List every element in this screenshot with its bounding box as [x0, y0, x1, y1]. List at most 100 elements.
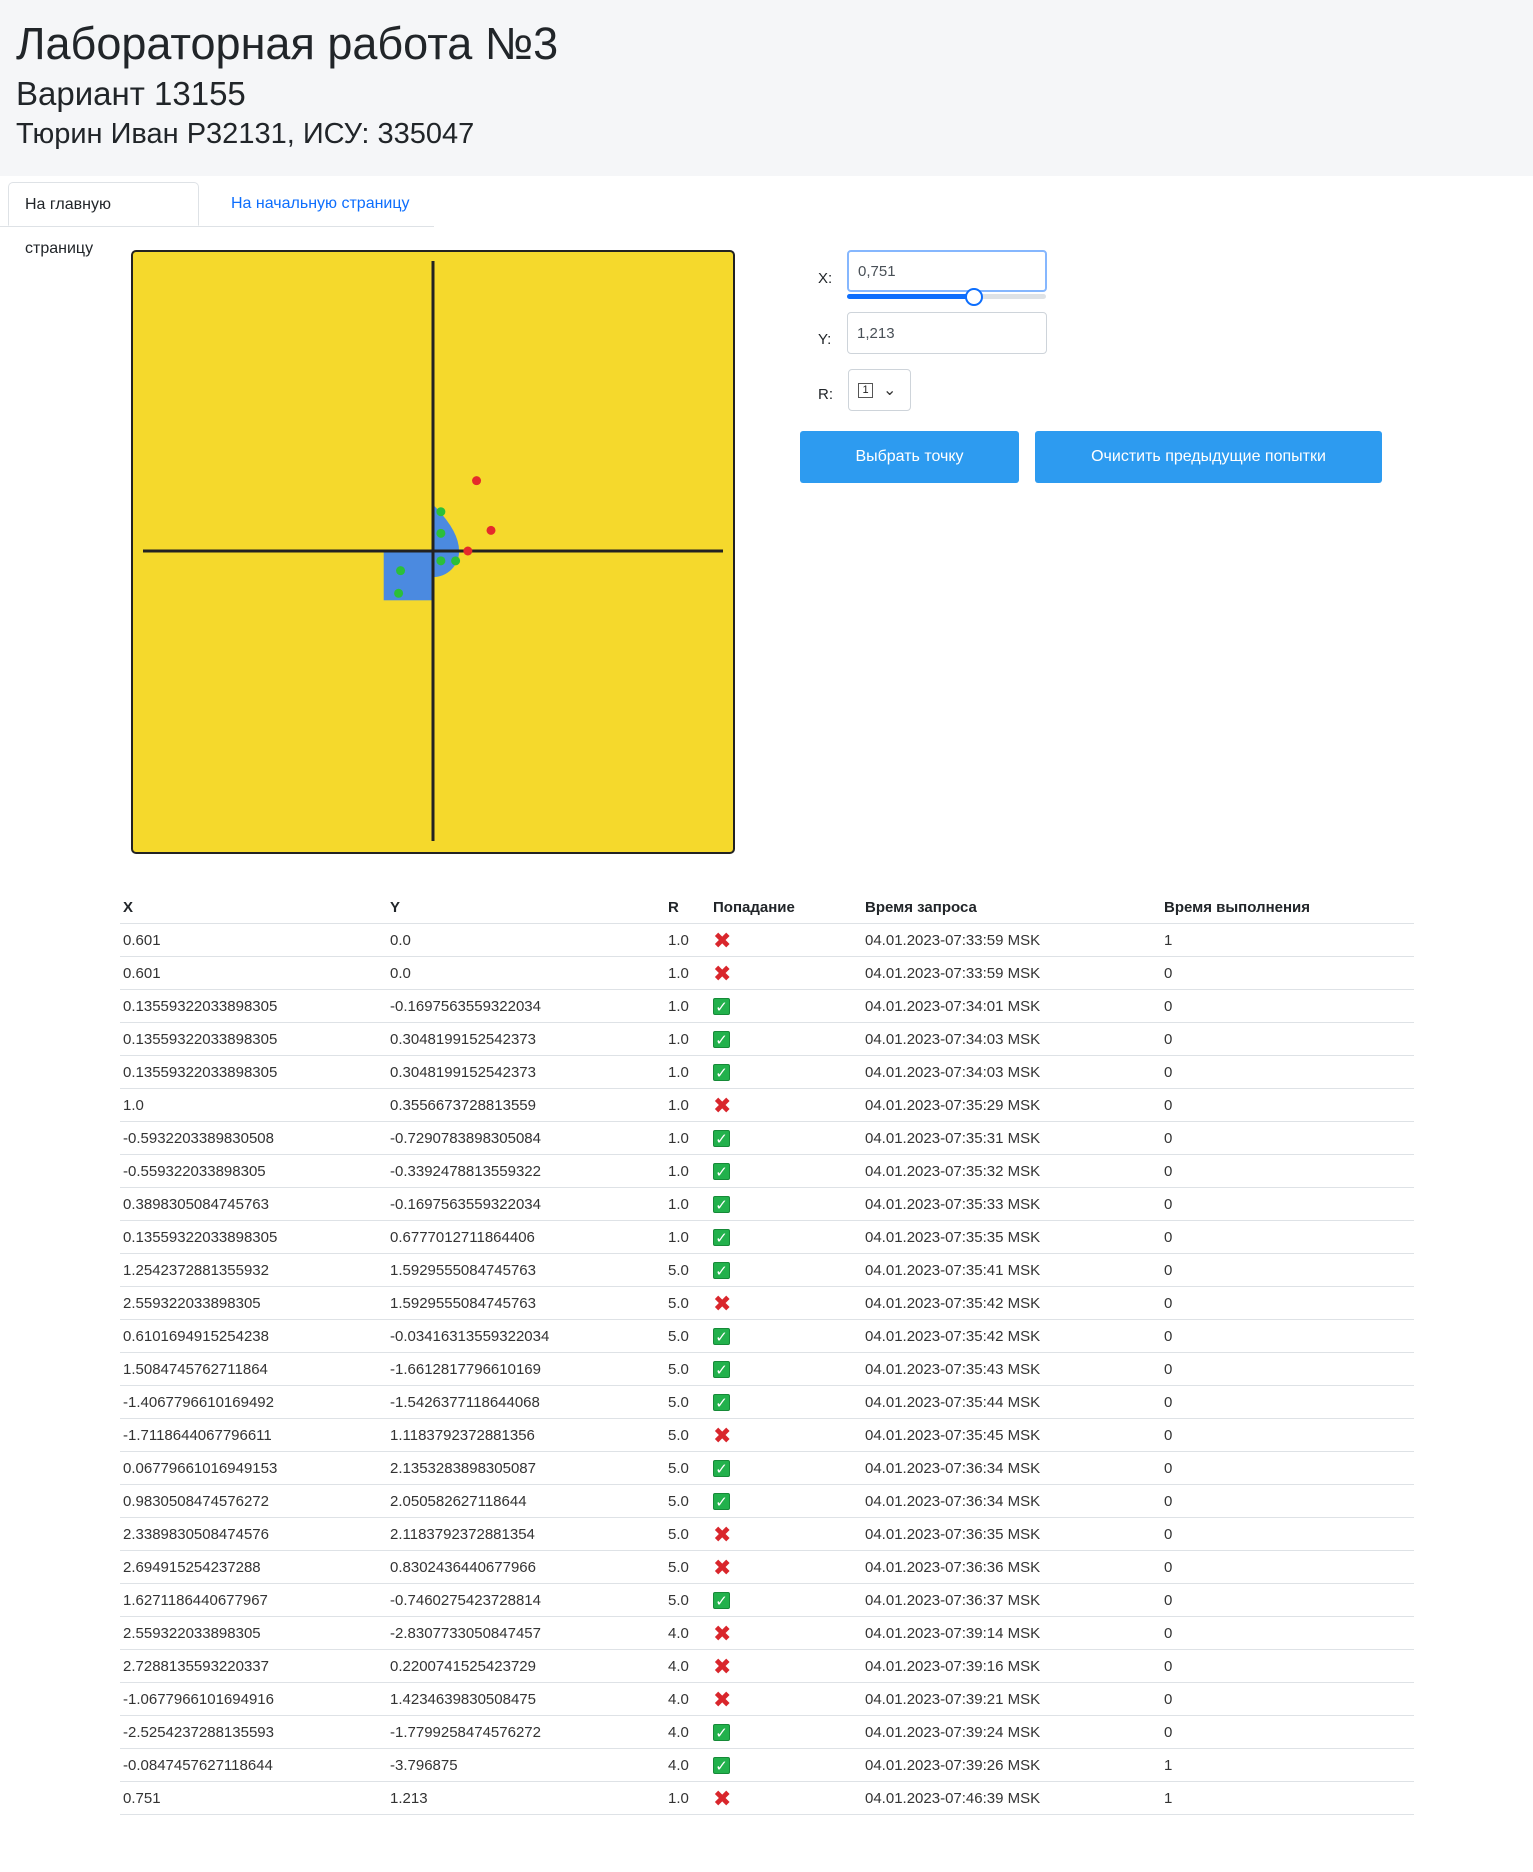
- cell-y: 1.4234639830508475: [387, 1682, 665, 1716]
- table-row: 0.751 1.213 1.0 ✖ 04.01.2023-07:46:39 MSK 1: [120, 1781, 1414, 1815]
- cell-hit: ✓: [710, 1187, 862, 1221]
- cell-request-time: 04.01.2023-07:35:33 MSK: [862, 1187, 1161, 1221]
- cell-hit: ✓: [710, 1484, 862, 1518]
- cell-hit: ✖: [710, 1781, 862, 1815]
- cell-request-time: 04.01.2023-07:39:24 MSK: [862, 1715, 1161, 1749]
- cell-r: 4.0: [665, 1649, 710, 1683]
- cell-hit: ✓: [710, 1352, 862, 1386]
- check-icon: ✓: [713, 1756, 730, 1775]
- cell-request-time: 04.01.2023-07:36:36 MSK: [862, 1550, 1161, 1584]
- cell-y: 0.0: [387, 923, 665, 957]
- cell-hit: ✖: [710, 1286, 862, 1320]
- table-row: 0.13559322033898305 0.6777012711864406 1.0…: [120, 1220, 1414, 1254]
- cell-x: 0.9830508474576272: [120, 1484, 387, 1518]
- cell-request-time: 04.01.2023-07:35:44 MSK: [862, 1385, 1161, 1419]
- x-input[interactable]: [847, 250, 1047, 292]
- r-select[interactable]: 1 ⌄: [848, 369, 911, 411]
- cell-x: 0.3898305084745763: [120, 1187, 387, 1221]
- cell-y: -0.1697563559322034: [387, 1187, 665, 1221]
- variant-heading: Вариант 13155: [16, 75, 246, 112]
- cell-exec-time: 0: [1161, 1616, 1414, 1650]
- x-slider[interactable]: [847, 288, 1046, 306]
- cell-y: 0.2200741525423729: [387, 1649, 665, 1683]
- cell-x: 0.06779661016949153: [120, 1451, 387, 1485]
- cell-x: 0.13559322033898305: [120, 1220, 387, 1254]
- cell-request-time: 04.01.2023-07:36:35 MSK: [862, 1517, 1161, 1551]
- cell-exec-time: 0: [1161, 1022, 1414, 1056]
- table-row: 1.6271186440677967 -0.7460275423728814 5.0…: [120, 1583, 1414, 1617]
- hit-point: [436, 556, 446, 566]
- cross-icon: ✖: [713, 1290, 732, 1316]
- cell-r: 5.0: [665, 1319, 710, 1353]
- table-row: 2.7288135593220337 0.2200741525423729 4.0 ✖…: [120, 1649, 1414, 1683]
- cell-request-time: 04.01.2023-07:35:41 MSK: [862, 1253, 1161, 1287]
- miss-point: [486, 525, 496, 535]
- x-slider-thumb[interactable]: [965, 288, 984, 306]
- check-icon: ✓: [713, 1030, 730, 1049]
- clear-attempts-button[interactable]: Очистить предыдущие попытки: [1035, 431, 1382, 483]
- cell-r: 5.0: [665, 1583, 710, 1617]
- select-point-button[interactable]: Выбрать точку: [800, 431, 1019, 483]
- table-row: 0.13559322033898305 -0.1697563559322034 1.…: [120, 989, 1414, 1023]
- col-hit: Попадание: [710, 892, 862, 924]
- cell-r: 1.0: [665, 1121, 710, 1155]
- cell-y: -3.796875: [387, 1748, 665, 1782]
- tab-start-page[interactable]: На начальную страницу: [215, 182, 433, 226]
- cell-exec-time: 0: [1161, 1451, 1414, 1485]
- plot-canvas[interactable]: [131, 250, 735, 854]
- cell-hit: ✓: [710, 1583, 862, 1617]
- cell-exec-time: 0: [1161, 989, 1414, 1023]
- cross-icon: ✖: [713, 1620, 732, 1646]
- cell-r: 1.0: [665, 1220, 710, 1254]
- table-row: -0.0847457627118644 -3.796875 4.0 ✓ 04.01.20…: [120, 1748, 1414, 1782]
- check-icon: ✓: [713, 1063, 730, 1082]
- coordinate-plot[interactable]: [131, 250, 735, 854]
- cell-hit: ✖: [710, 1649, 862, 1683]
- cell-request-time: 04.01.2023-07:35:42 MSK: [862, 1319, 1161, 1353]
- y-input[interactable]: [847, 312, 1047, 354]
- check-icon: ✓: [713, 1723, 730, 1742]
- cell-request-time: 04.01.2023-07:33:59 MSK: [862, 956, 1161, 990]
- cell-x: 0.13559322033898305: [120, 989, 387, 1023]
- cell-y: -2.8307733050847457: [387, 1616, 665, 1650]
- table-row: 1.5084745762711864 -1.6612817796610169 5.0…: [120, 1352, 1414, 1386]
- cell-hit: ✖: [710, 1517, 862, 1551]
- check-icon: ✓: [713, 1459, 730, 1478]
- r-label: R:: [818, 386, 833, 403]
- cell-request-time: 04.01.2023-07:39:14 MSK: [862, 1616, 1161, 1650]
- cell-exec-time: 0: [1161, 1319, 1414, 1353]
- cell-r: 5.0: [665, 1517, 710, 1551]
- cell-exec-time: 1: [1161, 1781, 1414, 1815]
- cell-request-time: 04.01.2023-07:36:34 MSK: [862, 1484, 1161, 1518]
- cell-hit: ✓: [710, 1715, 862, 1749]
- cell-hit: ✖: [710, 1616, 862, 1650]
- cell-request-time: 04.01.2023-07:39:26 MSK: [862, 1748, 1161, 1782]
- check-icon: ✓: [713, 1195, 730, 1214]
- hit-point: [396, 566, 406, 576]
- results-table: X Y R Попадание Время запроса Время выпо…: [120, 892, 1414, 1815]
- cell-r: 1.0: [665, 1022, 710, 1056]
- cell-hit: ✓: [710, 1451, 862, 1485]
- cell-r: 1.0: [665, 956, 710, 990]
- cell-hit: ✖: [710, 956, 862, 990]
- cell-r: 1.0: [665, 1088, 710, 1122]
- cell-request-time: 04.01.2023-07:35:29 MSK: [862, 1088, 1161, 1122]
- table-row: 0.3898305084745763 -0.1697563559322034 1.0…: [120, 1187, 1414, 1221]
- cell-r: 4.0: [665, 1682, 710, 1716]
- table-header-row: X Y R Попадание Время запроса Время выпо…: [120, 892, 1414, 924]
- check-icon: ✓: [713, 1162, 730, 1181]
- cell-request-time: 04.01.2023-07:34:01 MSK: [862, 989, 1161, 1023]
- hit-point: [394, 588, 404, 598]
- cell-hit: ✓: [710, 1220, 862, 1254]
- cell-exec-time: 0: [1161, 1484, 1414, 1518]
- cell-x: 0.601: [120, 956, 387, 990]
- cell-request-time: 04.01.2023-07:35:32 MSK: [862, 1154, 1161, 1188]
- cell-exec-time: 0: [1161, 1682, 1414, 1716]
- cell-x: 0.751: [120, 1781, 387, 1815]
- cell-x: 0.6101694915254238: [120, 1319, 387, 1353]
- cell-hit: ✓: [710, 1385, 862, 1419]
- cell-request-time: 04.01.2023-07:33:59 MSK: [862, 923, 1161, 957]
- check-icon: ✓: [713, 1492, 730, 1511]
- tab-main-page[interactable]: На главную страницу: [8, 182, 199, 257]
- cross-icon: ✖: [713, 960, 732, 986]
